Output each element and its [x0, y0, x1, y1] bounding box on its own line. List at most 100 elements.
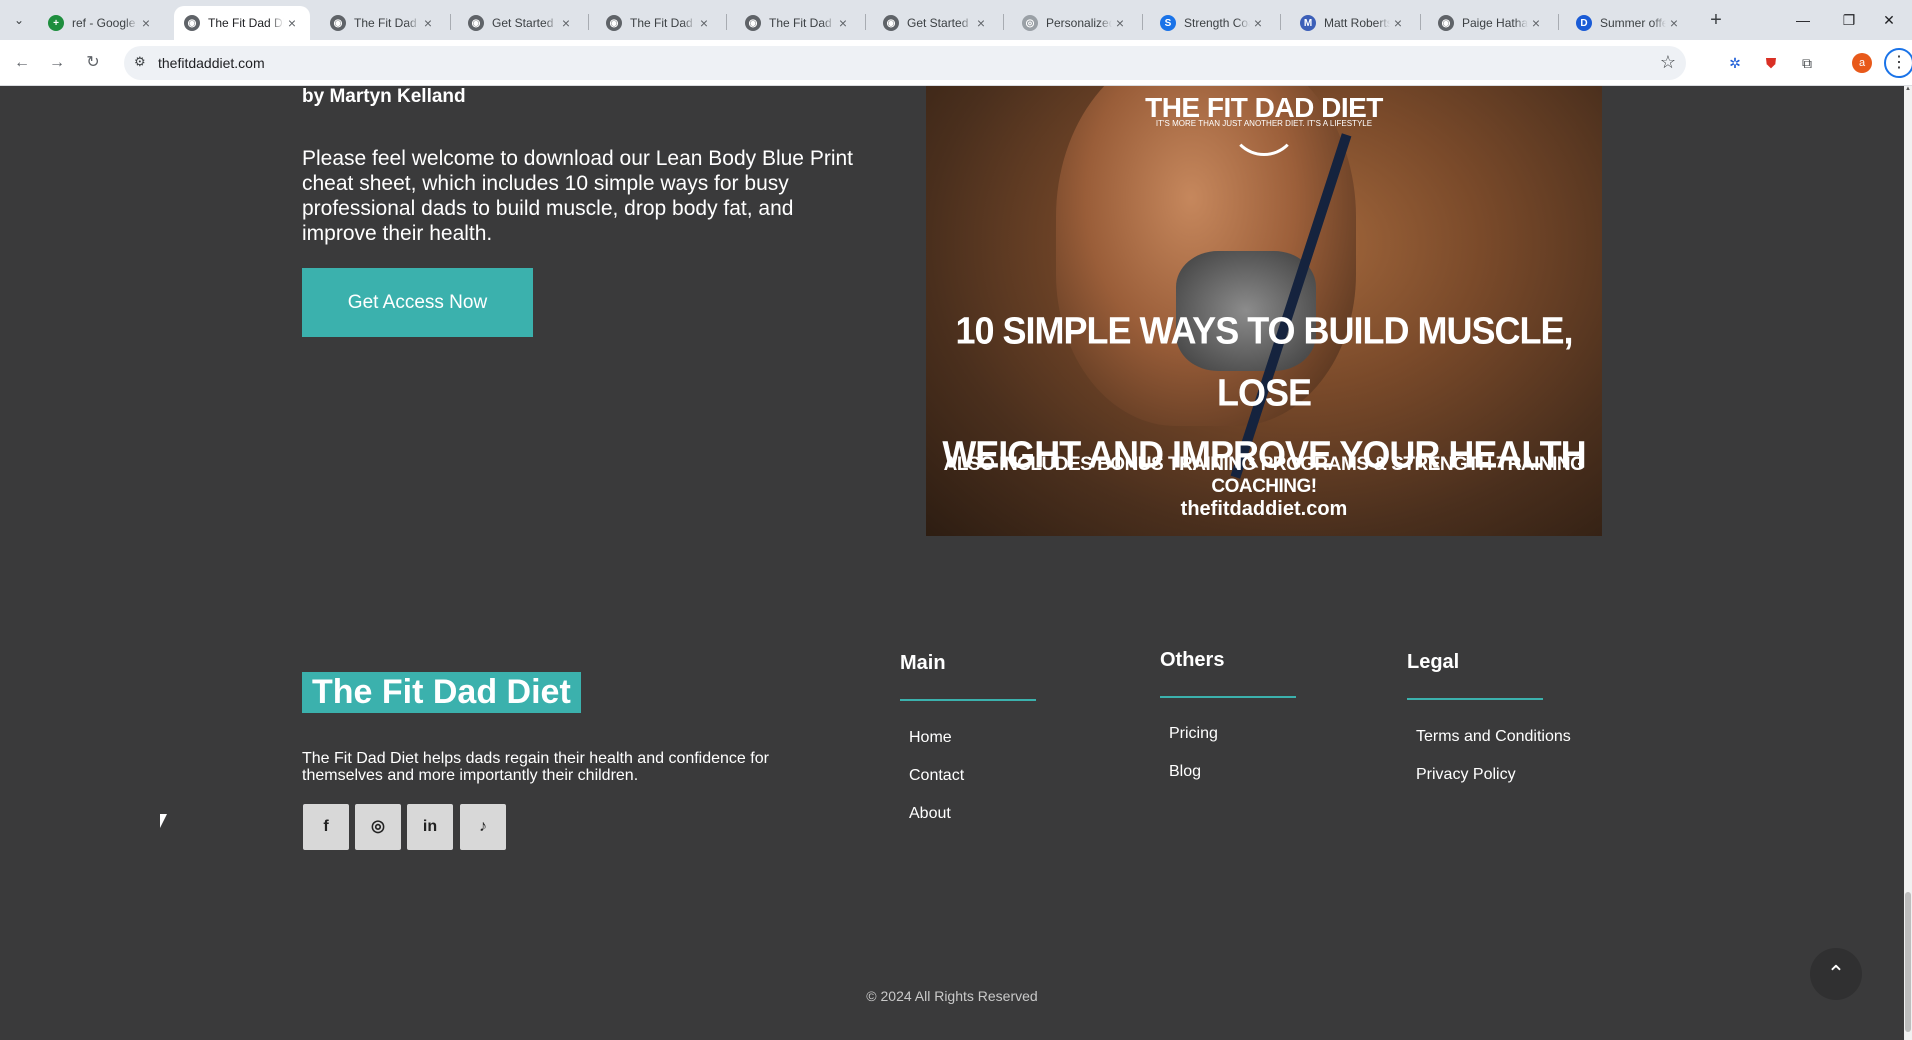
tab-separator	[450, 14, 451, 30]
tab-close-icon[interactable]: ×	[1528, 15, 1544, 31]
browser-tab[interactable]: ◉ The Fit Dad Diet×	[320, 6, 446, 40]
tab-close-icon[interactable]: ×	[138, 15, 154, 31]
tab-separator	[726, 14, 727, 30]
cheat-sheet-image: THE FIT DAD DIET IT'S MORE THAN JUST ANO…	[926, 86, 1602, 536]
get-access-button[interactable]: Get Access Now	[302, 268, 533, 337]
tab-favicon-icon: ◉	[330, 15, 346, 31]
footer-link-about[interactable]: About	[909, 805, 951, 823]
tab-close-icon[interactable]: ×	[284, 15, 300, 31]
tab-close-icon[interactable]: ×	[558, 15, 574, 31]
reload-button[interactable]: ↻	[79, 49, 107, 77]
tab-title: Personalized	[1046, 16, 1112, 30]
page-viewport: by Martyn Kelland Please feel welcome to…	[0, 86, 1904, 1040]
browser-tab[interactable]: + ref - Google ×	[38, 6, 164, 40]
tab-separator	[1003, 14, 1004, 30]
tab-favicon-icon: ◉	[606, 15, 622, 31]
page-scrollbar[interactable]: ▲	[1904, 86, 1912, 1040]
new-tab-button[interactable]: +	[1703, 8, 1729, 34]
footer-link-home[interactable]: Home	[909, 729, 952, 747]
tab-title: Strength Coach	[1184, 16, 1250, 30]
extensions-puzzle-icon[interactable]: ⧉	[1796, 52, 1818, 74]
tab-close-icon[interactable]: ×	[1390, 15, 1406, 31]
scroll-to-top-button[interactable]: ⌃	[1810, 948, 1862, 1000]
site-info-icon[interactable]: ⚙	[134, 54, 146, 70]
intro-paragraph: Please feel welcome to download our Lean…	[302, 147, 854, 245]
footer-link-terms-and-conditions[interactable]: Terms and Conditions	[1416, 728, 1571, 746]
footer-brand[interactable]: The Fit Dad Diet	[302, 672, 581, 713]
footer-others-rule	[1160, 696, 1296, 698]
author-byline: by Martyn Kelland	[302, 86, 466, 107]
profile-avatar[interactable]: a	[1852, 53, 1872, 73]
browser-menu-icon[interactable]: ⋮	[1884, 48, 1912, 78]
browser-tab[interactable]: ◉ The Fit Dad Diet×	[735, 6, 861, 40]
tab-title: Matt Roberts	[1324, 16, 1390, 30]
minimize-button[interactable]: —	[1780, 0, 1826, 40]
footer-link-contact[interactable]: Contact	[909, 767, 964, 785]
scroll-up-arrow-icon[interactable]: ▲	[1904, 86, 1912, 92]
tab-separator	[1420, 14, 1421, 30]
tab-favicon-icon: M	[1300, 15, 1316, 31]
tab-favicon-icon: ◉	[468, 15, 484, 31]
tab-title: The Fit Dad Diet	[354, 16, 420, 30]
tab-favicon-icon: S	[1160, 15, 1176, 31]
browser-tab[interactable]: ◉ The Fit Dad Diet×	[596, 6, 722, 40]
tab-close-icon[interactable]: ×	[1666, 15, 1682, 31]
tab-separator	[865, 14, 866, 30]
tab-favicon-icon: ◉	[883, 15, 899, 31]
tab-title: Paige Hathaway	[1462, 16, 1528, 30]
tab-close-icon[interactable]: ×	[420, 15, 436, 31]
footer-about: The Fit Dad Diet helps dads regain their…	[302, 750, 769, 784]
address-bar[interactable]: ⚙ thefitdaddiet.com ☆	[124, 46, 1686, 80]
shield-extension-icon[interactable]: ⛊	[1760, 52, 1782, 74]
browser-tab[interactable]: S Strength Coach×	[1150, 6, 1276, 40]
tab-favicon-icon: +	[48, 15, 64, 31]
tab-favicon-icon: D	[1576, 15, 1592, 31]
footer-legal-rule	[1407, 698, 1543, 700]
browser-tab[interactable]: ◎ Personalized ×	[1012, 6, 1138, 40]
footer-link-privacy-policy[interactable]: Privacy Policy	[1416, 766, 1516, 784]
extension-icon[interactable]: ✲	[1724, 52, 1746, 74]
tab-title: The Fit Dad Diet	[769, 16, 835, 30]
back-button[interactable]: ←	[8, 49, 36, 77]
browser-tab[interactable]: ◉ Get Started ×	[873, 6, 999, 40]
forward-button[interactable]: →	[43, 49, 71, 77]
footer-link-blog[interactable]: Blog	[1169, 763, 1201, 781]
hero-subline: ALSO INCLUDES BONUS TRAINING PROGRAMS & …	[943, 454, 1585, 497]
footer-main-title: Main	[900, 652, 946, 674]
tab-favicon-icon: ◎	[1022, 15, 1038, 31]
close-window-button[interactable]: ✕	[1866, 0, 1912, 40]
tab-search-button[interactable]: ⌄	[8, 9, 30, 31]
mouse-cursor	[160, 814, 167, 828]
footer-main-rule	[900, 699, 1036, 701]
url-text: thefitdaddiet.com	[158, 55, 265, 71]
browser-toolbar: ← → ↻ ⚙ thefitdaddiet.com ☆ ✲ ⛊ ⧉ a ⋮	[0, 40, 1912, 86]
tiktok-icon[interactable]: ♪	[460, 804, 506, 850]
tab-close-icon[interactable]: ×	[696, 15, 712, 31]
tab-title: Get Started	[492, 16, 554, 30]
browser-tab[interactable]: ◉ The Fit Dad Diet×	[174, 6, 310, 40]
tab-separator	[1558, 14, 1559, 30]
tab-close-icon[interactable]: ×	[973, 15, 989, 31]
tab-favicon-icon: ◉	[1438, 15, 1454, 31]
tab-title: ref - Google	[72, 16, 136, 30]
linkedin-icon[interactable]: in	[407, 804, 453, 850]
browser-tab[interactable]: D Summer offer ×	[1566, 6, 1692, 40]
tab-close-icon[interactable]: ×	[1250, 15, 1266, 31]
facebook-icon[interactable]: f	[303, 804, 349, 850]
footer-link-pricing[interactable]: Pricing	[1169, 725, 1218, 743]
tab-title: The Fit Dad Diet	[208, 16, 284, 30]
tab-strip: ⌄ +ref - Google×◉The Fit Dad Diet×◉The F…	[0, 0, 1912, 40]
tab-title: The Fit Dad Diet	[630, 16, 696, 30]
tab-close-icon[interactable]: ×	[835, 15, 851, 31]
tab-close-icon[interactable]: ×	[1112, 15, 1128, 31]
hero-site: thefitdaddiet.com	[1180, 498, 1348, 520]
tab-separator	[1142, 14, 1143, 30]
browser-tab[interactable]: ◉ Paige Hathaway×	[1428, 6, 1554, 40]
browser-tab[interactable]: M Matt Roberts ×	[1290, 6, 1416, 40]
bookmark-star-icon[interactable]: ☆	[1660, 52, 1676, 73]
browser-tab[interactable]: ◉ Get Started ×	[458, 6, 584, 40]
instagram-icon[interactable]: ◎	[355, 804, 401, 850]
tab-title: Get Started	[907, 16, 969, 30]
scroll-thumb[interactable]	[1905, 892, 1911, 1032]
hero-tagline: IT'S MORE THAN JUST ANOTHER DIET. IT'S A…	[1155, 119, 1373, 128]
